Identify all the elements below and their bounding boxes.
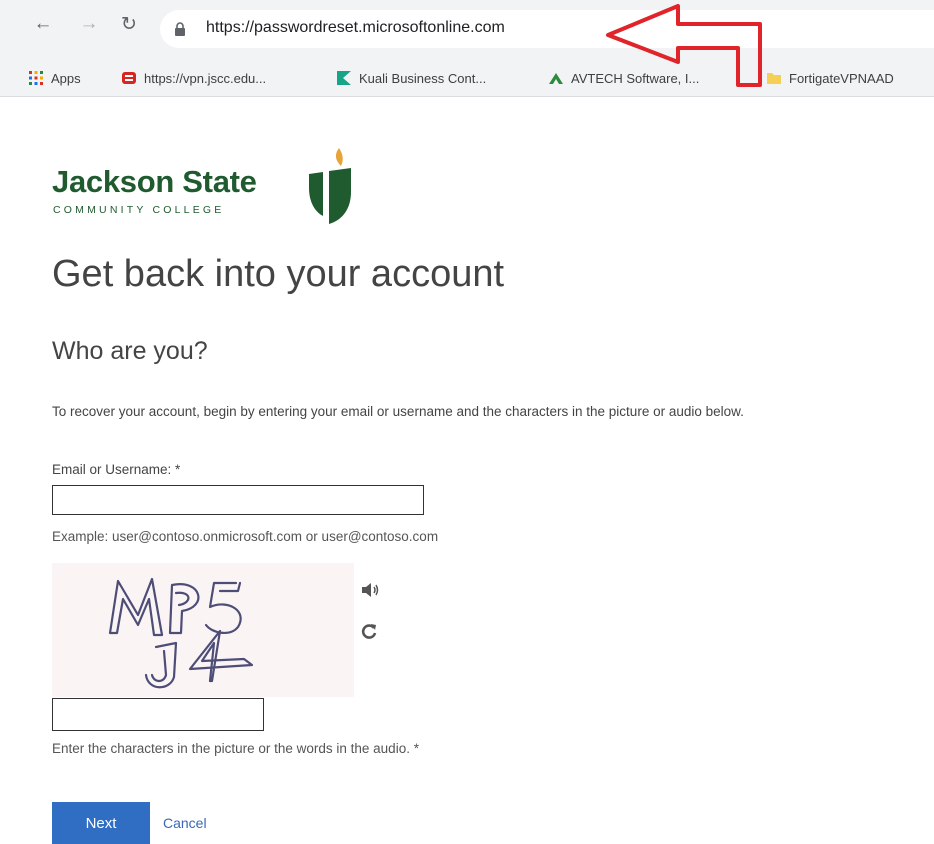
bookmark-fortigate[interactable]: FortigateVPNAAD <box>766 70 894 86</box>
apps-grid-icon <box>29 71 43 85</box>
email-field[interactable] <box>52 485 424 515</box>
bookmark-vpn[interactable]: https://vpn.jscc.edu... <box>121 70 266 86</box>
reload-icon[interactable]: ↻ <box>116 11 142 37</box>
captcha-field[interactable] <box>52 698 264 731</box>
back-icon[interactable]: ← <box>30 11 56 37</box>
address-url: https://passwordreset.microsoftonline.co… <box>206 19 505 36</box>
bookmark-label: https://vpn.jscc.edu... <box>144 70 267 86</box>
email-label: Email or Username: * <box>52 462 181 477</box>
page-title: Get back into your account <box>52 253 505 295</box>
lock-icon <box>175 22 185 36</box>
college-logo: Jackson State COMMUNITY COLLEGE <box>52 146 372 226</box>
browser-toolbar: ← → ↻ https://passwordreset.microsoftonl… <box>0 0 934 62</box>
forward-icon[interactable]: → <box>76 11 102 37</box>
bookmark-apps[interactable]: Apps <box>28 70 81 86</box>
intro-text: To recover your account, begin by enteri… <box>52 404 744 419</box>
torch-icon <box>309 148 351 224</box>
kuali-favicon <box>337 71 351 85</box>
bookmark-kuali[interactable]: Kuali Business Cont... <box>336 70 486 86</box>
bookmark-label: Apps <box>51 70 81 86</box>
bookmark-label: Kuali Business Cont... <box>359 70 487 86</box>
folder-icon <box>767 73 781 84</box>
address-bar[interactable]: https://passwordreset.microsoftonline.co… <box>160 10 934 48</box>
page-subtitle: Who are you? <box>52 337 208 365</box>
cancel-link[interactable]: Cancel <box>163 815 207 831</box>
bookmarks-bar: Apps https://vpn.jscc.edu... Kuali Busin… <box>0 62 934 97</box>
refresh-icon[interactable] <box>360 622 378 640</box>
email-example: Example: user@contoso.onmicrosoft.com or… <box>52 529 439 544</box>
bookmark-avtech[interactable]: AVTECH Software, I... <box>548 70 699 86</box>
next-button[interactable]: Next <box>52 802 150 844</box>
logo-subtitle: COMMUNITY COLLEGE <box>53 204 225 216</box>
avtech-favicon <box>549 73 563 84</box>
bookmark-label: AVTECH Software, I... <box>571 70 700 86</box>
logo-name: Jackson State <box>52 164 257 199</box>
bookmark-label: FortigateVPNAAD <box>789 70 894 86</box>
captcha-image <box>52 563 354 697</box>
vpn-favicon <box>122 72 136 84</box>
audio-icon[interactable] <box>360 581 380 599</box>
captcha-hint: Enter the characters in the picture or t… <box>52 741 419 756</box>
